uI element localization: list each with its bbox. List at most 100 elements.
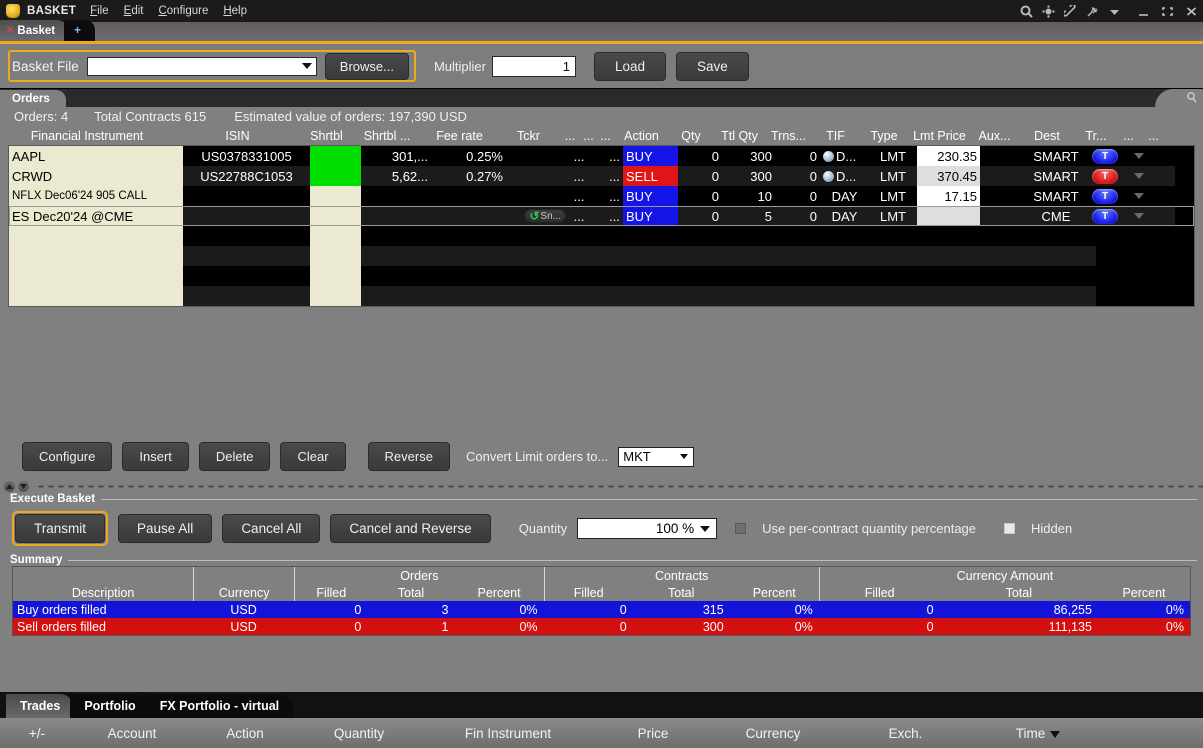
cell-shortable-qty[interactable] xyxy=(361,186,431,206)
cell-trns[interactable]: 0 xyxy=(775,186,820,206)
bcol-action[interactable]: Action xyxy=(190,726,300,741)
cell-transmit[interactable]: T xyxy=(1085,206,1125,226)
cell-lmt-price[interactable] xyxy=(917,206,980,226)
cell-transmit[interactable]: T xyxy=(1085,146,1125,166)
cell-ttl-qty[interactable]: 5 xyxy=(722,206,775,226)
cell-shortable-qty[interactable] xyxy=(361,206,431,226)
panel-splitter[interactable] xyxy=(0,479,1203,493)
cell-tif[interactable]: DAY xyxy=(820,206,869,226)
tab-fx-portfolio-virtual[interactable]: FX Portfolio - virtual xyxy=(146,694,293,718)
sum-col-amount-percent[interactable]: Percent xyxy=(1098,584,1190,601)
cell-dots-3[interactable]: ... xyxy=(606,186,623,206)
chevron-down-icon[interactable] xyxy=(1134,193,1144,199)
col-action[interactable]: Action xyxy=(614,129,669,143)
minimize-icon[interactable] xyxy=(1136,5,1151,18)
tab-close-icon[interactable]: ✕ xyxy=(6,25,14,36)
cell-transmit[interactable]: T xyxy=(1085,166,1125,186)
cell-dest[interactable]: SMART xyxy=(1027,166,1085,186)
cell-qty[interactable]: 0 xyxy=(678,166,722,186)
cell-tckr[interactable]: ↺Sn... xyxy=(506,206,569,226)
cell-instrument[interactable]: CRWD xyxy=(9,166,183,186)
cell-dots-2[interactable] xyxy=(589,166,606,186)
cell-instrument[interactable]: ES Dec20'24 @CME xyxy=(9,206,183,226)
cell-instrument[interactable]: NFLX Dec06'24 905 CALL xyxy=(9,186,183,206)
col-extra-2[interactable]: ... xyxy=(1141,129,1166,143)
configure-button[interactable]: Configure xyxy=(22,442,112,471)
table-row-empty[interactable] xyxy=(9,266,1194,286)
col-shrtbl-qty[interactable]: Shrtbl ... xyxy=(352,129,422,143)
cancel-and-reverse-button[interactable]: Cancel and Reverse xyxy=(330,514,490,543)
transmit-pill[interactable]: T xyxy=(1092,149,1118,164)
sum-col-description[interactable]: Description xyxy=(13,584,193,601)
cell-tif[interactable]: D... xyxy=(820,146,869,166)
magnifier-icon[interactable] xyxy=(1020,5,1033,18)
convert-limit-select[interactable]: MKT xyxy=(618,447,694,467)
browse-button[interactable]: Browse... xyxy=(325,53,409,80)
cell-tckr[interactable] xyxy=(506,146,569,166)
menu-item-configure[interactable]: Configure xyxy=(158,5,208,17)
cell-shortable-flag[interactable] xyxy=(310,206,361,226)
col-transmit[interactable]: Tr... xyxy=(1076,129,1116,143)
menu-item-edit[interactable]: Edit xyxy=(124,5,144,17)
basket-file-combo[interactable] xyxy=(87,57,317,76)
cell-action[interactable]: SELL xyxy=(623,166,678,186)
transmit-pill[interactable]: T xyxy=(1092,169,1118,184)
cell-qty[interactable]: 0 xyxy=(678,206,722,226)
cell-empty[interactable] xyxy=(183,266,310,286)
cell-action[interactable]: BUY xyxy=(623,206,678,226)
cell-type[interactable]: LMT xyxy=(869,186,917,206)
cell-dots-1[interactable]: ... xyxy=(569,206,589,226)
chevron-down-icon[interactable] xyxy=(1134,153,1144,159)
col-tif[interactable]: TIF xyxy=(811,129,860,143)
cell-aux[interactable] xyxy=(980,186,1027,206)
load-button[interactable]: Load xyxy=(594,52,666,81)
cell-tif[interactable]: DAY xyxy=(820,186,869,206)
cell-transmit-dropdown[interactable] xyxy=(1125,206,1150,226)
cell-empty[interactable] xyxy=(9,226,183,246)
cancel-all-button[interactable]: Cancel All xyxy=(222,514,320,543)
cell-lmt-price[interactable]: 370.45 xyxy=(917,166,980,186)
sum-col-contracts-filled[interactable]: Filled xyxy=(544,584,633,601)
snapshot-button[interactable]: ↺Sn... xyxy=(524,209,566,223)
col-tckr[interactable]: Tckr xyxy=(497,129,560,143)
cell-shortable-flag[interactable] xyxy=(310,186,361,206)
cell-empty[interactable] xyxy=(310,246,361,266)
col-dots-3[interactable]: ... xyxy=(597,129,614,143)
cell-empty[interactable] xyxy=(9,246,183,266)
col-shrtbl[interactable]: Shrtbl xyxy=(301,129,352,143)
clear-button[interactable]: Clear xyxy=(280,442,345,471)
col-trns[interactable]: Trns... xyxy=(766,129,811,143)
cell-action[interactable]: BUY xyxy=(623,186,678,206)
bcol-time[interactable]: Time xyxy=(973,726,1103,741)
summary-row-sell[interactable]: Sell orders filled USD 0 1 0% 0 300 0% 0… xyxy=(13,618,1190,635)
cell-empty[interactable] xyxy=(9,266,183,286)
save-button[interactable]: Save xyxy=(676,52,749,81)
transmit-pill[interactable]: T xyxy=(1092,209,1118,224)
cell-shortable-flag[interactable] xyxy=(310,166,361,186)
cell-instrument[interactable]: AAPL xyxy=(9,146,183,166)
cell-dots-2[interactable] xyxy=(589,146,606,166)
add-tab-button[interactable]: + xyxy=(64,20,95,41)
reverse-button[interactable]: Reverse xyxy=(368,442,450,471)
sum-col-orders-total[interactable]: Total xyxy=(367,584,454,601)
transmit-button[interactable]: Transmit xyxy=(15,514,105,543)
cell-isin[interactable] xyxy=(183,206,310,226)
table-row[interactable]: NFLX Dec06'24 905 CALL ... ... BUY 0 10 … xyxy=(9,186,1194,206)
cell-dots-1[interactable]: ... xyxy=(569,146,589,166)
cell-isin[interactable]: US22788C1053 xyxy=(183,166,310,186)
col-type[interactable]: Type xyxy=(860,129,908,143)
quantity-select[interactable]: 100 % xyxy=(577,518,717,539)
cell-dots-1[interactable]: ... xyxy=(569,166,589,186)
cell-trns[interactable]: 0 xyxy=(775,206,820,226)
col-lmt-price[interactable]: Lmt Price xyxy=(908,129,971,143)
bcol-currency[interactable]: Currency xyxy=(708,726,838,741)
bcol-price[interactable]: Price xyxy=(598,726,708,741)
bcol-plus-minus[interactable]: +/- xyxy=(0,726,74,741)
cell-type[interactable]: LMT xyxy=(869,146,917,166)
multiplier-input[interactable]: 1 xyxy=(492,56,576,77)
cell-empty[interactable] xyxy=(361,226,1096,246)
insert-button[interactable]: Insert xyxy=(122,442,189,471)
col-isin[interactable]: ISIN xyxy=(174,129,301,143)
table-row[interactable]: AAPL US0378331005 301,... 0.25% ... ... … xyxy=(9,146,1194,166)
maximize-icon[interactable] xyxy=(1160,5,1175,18)
